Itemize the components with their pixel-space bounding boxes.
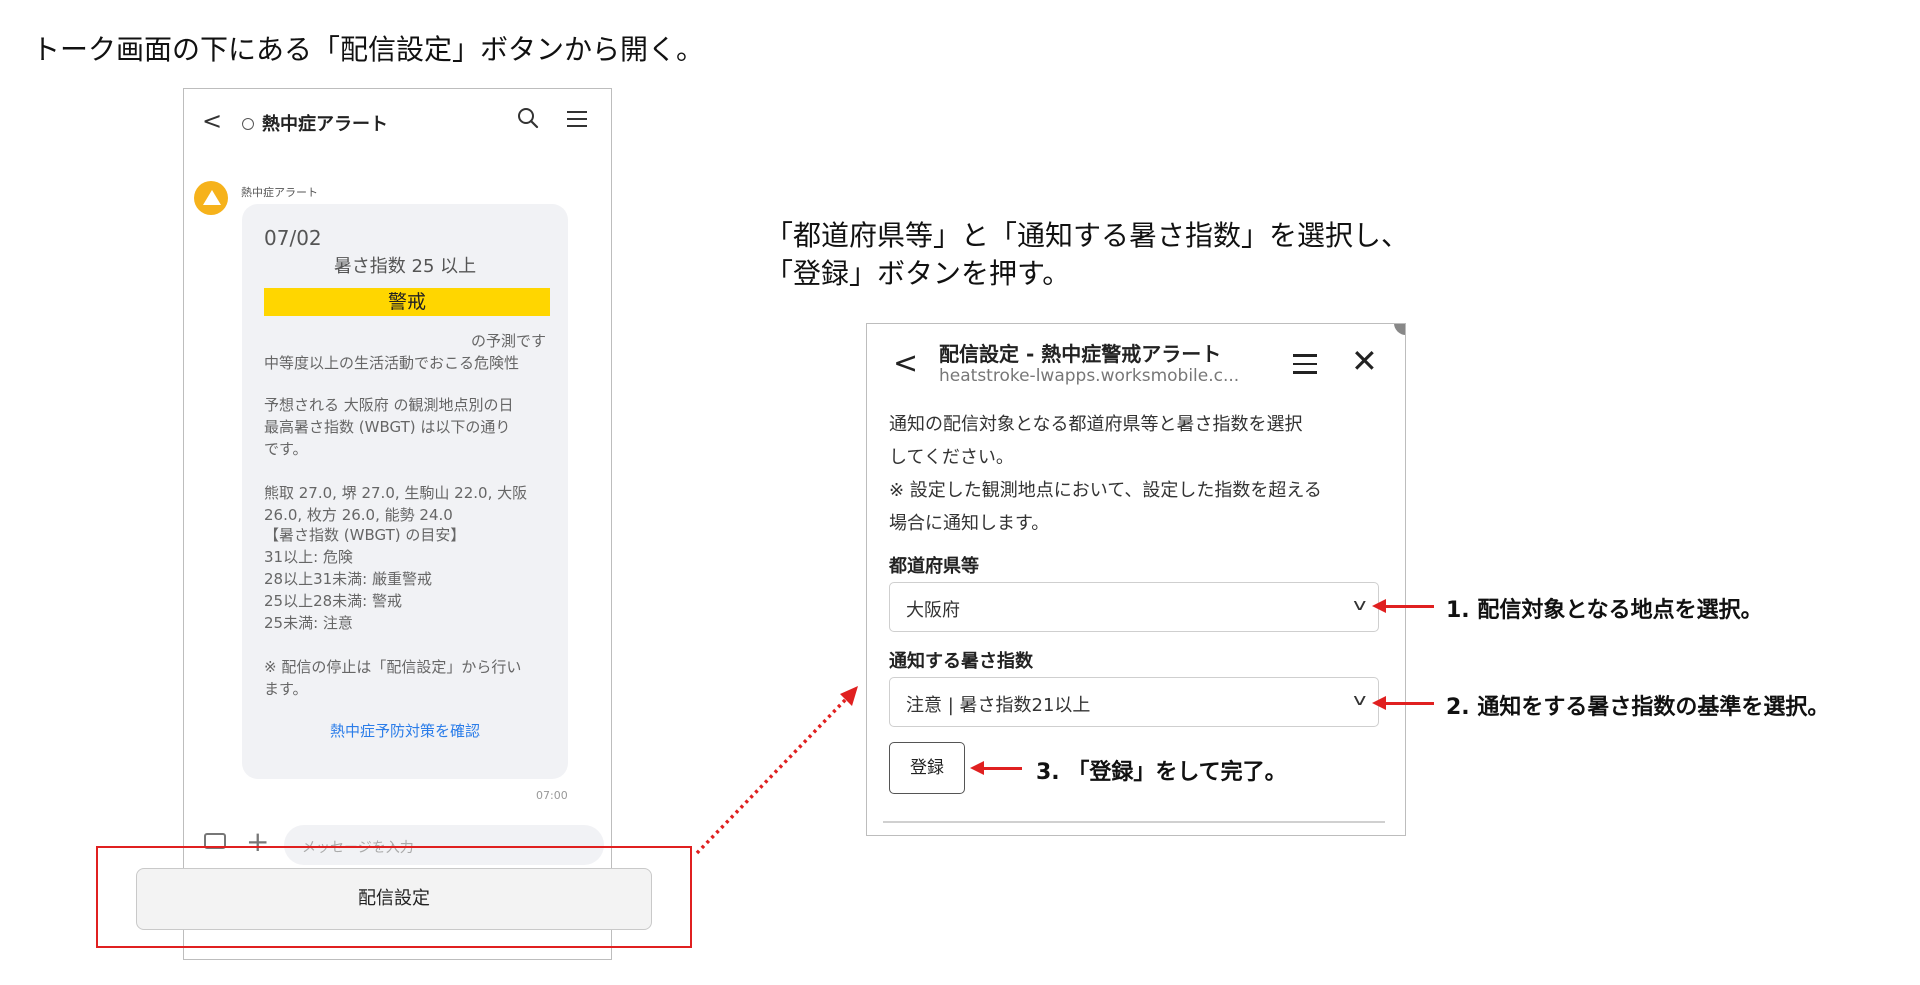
description-line: ※ 設定した観測地点において、設定した指数を超える [889,480,1322,501]
prefecture-value: 大阪府 [906,600,960,621]
annotation-step2: 2. 通知をする暑さ指数の基準を選択。 [1446,695,1830,720]
index-label: 通知する暑さ指数 [889,651,1033,672]
description-line: 場合に通知します。 [889,513,1050,534]
back-icon[interactable]: < [893,346,918,381]
close-icon[interactable]: ✕ [1351,342,1378,380]
arrow-step2 [1372,696,1434,710]
divider [883,821,1385,823]
index-select[interactable]: 注意 | 暑さ指数21以上 v [889,677,1379,727]
arrow-step3 [970,761,1022,775]
prefecture-select[interactable]: 大阪府 v [889,582,1379,632]
description-line: 通知の配信対象となる都道府県等と暑さ指数を選択 [889,414,1303,435]
index-value: 注意 | 暑さ指数21以上 [906,695,1091,716]
chevron-down-icon: v [1352,595,1366,614]
chevron-down-icon: v [1352,690,1366,709]
menu-icon[interactable] [1293,354,1317,374]
annotation-step1: 1. 配信対象となる地点を選択。 [1446,598,1763,623]
arrow-step1 [1372,599,1434,613]
settings-title: 配信設定 - 熱中症警戒アラート [939,342,1222,366]
annotation-step3: 3. 「登録」をして完了。 [1036,760,1287,785]
prefecture-label: 都道府県等 [889,556,979,577]
settings-description: 通知の配信対象となる都道府県等と暑さ指数を選択 してください。 ※ 設定した観測… [889,408,1389,540]
description-line: してください。 [889,447,1014,468]
settings-url: heatstroke-lwapps.worksmobile.c... [939,366,1240,386]
register-button[interactable]: 登録 [889,742,965,794]
